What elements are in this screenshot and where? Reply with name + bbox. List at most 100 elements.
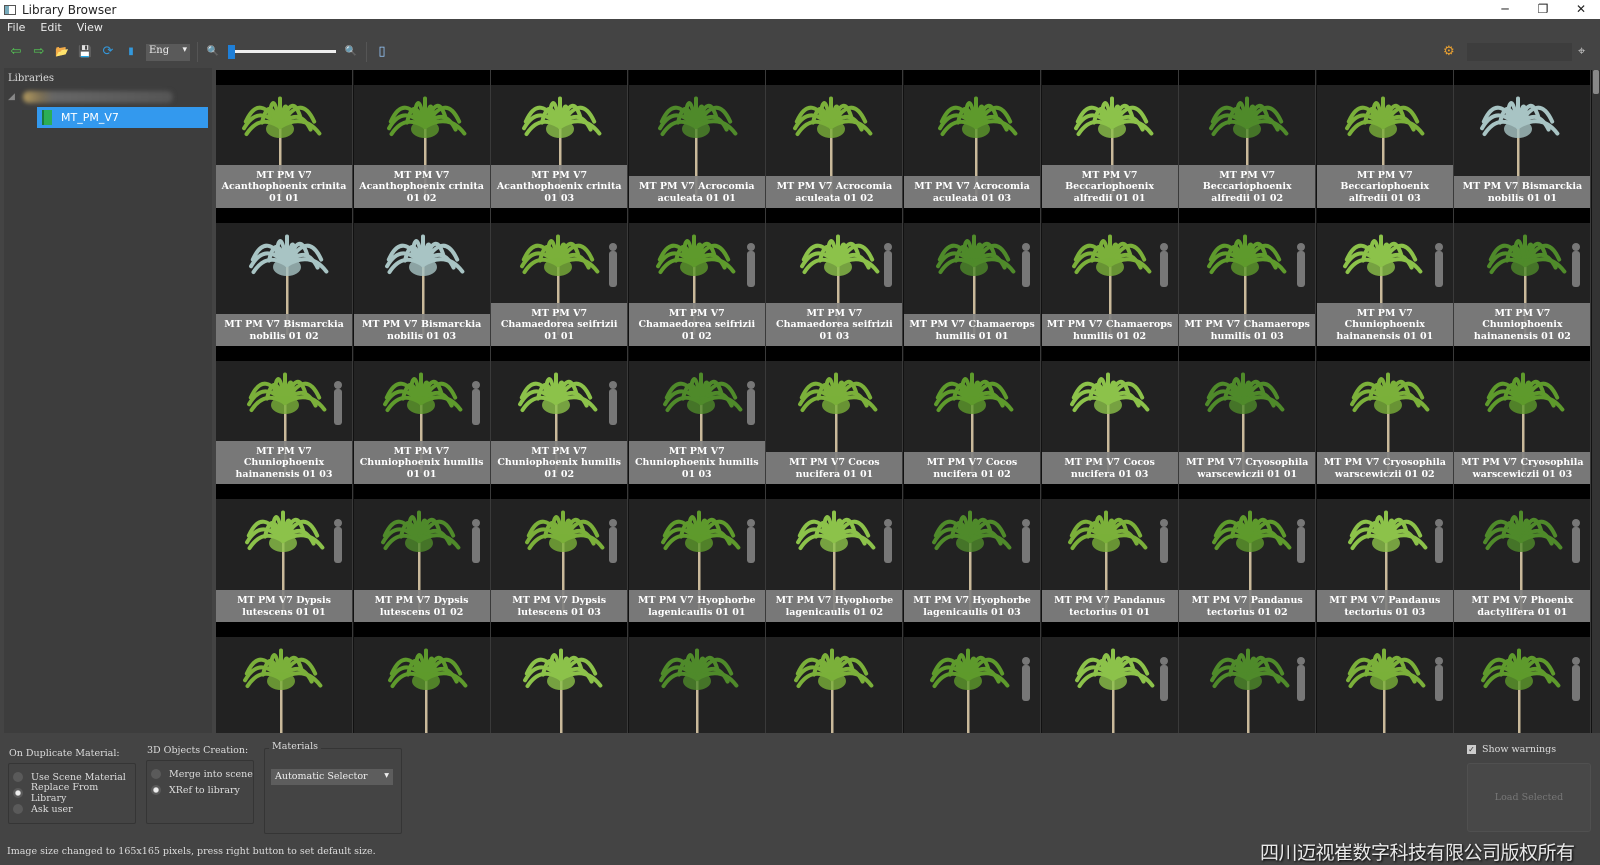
thumbnail-tile[interactable]: MT PM V7 Hyophorbe lagenicaulis 01 02 [766,484,904,622]
thumbnail-tile[interactable]: MT PM V7 Bismarckia nobilis 01 02 [216,208,353,346]
thumbnail-tile[interactable]: MT PM V7 Cryosophila warscewiczii 01 01 [1179,346,1317,484]
thumbnail-tile[interactable]: MT PM V7 Chamaedorea seifrizii 01 02 [628,208,766,346]
settings-gear-icon[interactable]: ⚙ [1443,44,1455,59]
close-button[interactable]: ✕ [1562,0,1600,19]
back-arrow-icon[interactable]: ⇦ [8,44,24,60]
maximize-button[interactable]: ❐ [1524,0,1562,19]
thumbnail-tile[interactable]: MT PM V7 Chamaerops humilis 01 03 [1179,208,1317,346]
tile-label: MT PM V7 Chuniophoenix humilis 01 03 [628,440,765,484]
thumbnail-tile[interactable]: MT PM V7 Cryosophila warscewiczii 01 03 [1454,346,1592,484]
tree-root-item[interactable]: ◢ [8,86,212,108]
grid-scrollbar[interactable] [1592,70,1600,733]
radio-replace-from-library[interactable]: Replace From Library [9,782,135,804]
forward-arrow-icon[interactable]: ⇨ [31,44,47,60]
thumbnail-tile[interactable]: MT PM V7 Beccariophoenix alfredii 01 02 [1179,70,1317,208]
thumbnail-tile[interactable]: MT PM V7 Acrocomia aculeata 01 03 [904,70,1041,208]
thumbnail-tile[interactable]: MT PM V7 Chamaerops humilis 01 02 [1041,208,1179,346]
thumbnail-tile[interactable]: MT PM V7 Cocos nucifera 01 03 [1041,346,1179,484]
open-folder-icon[interactable]: 📂 [54,44,70,60]
tile-label: MT PM V7 Acrocomia aculeata 01 01 [628,176,765,208]
thumbnail-tile[interactable]: MT PM V7 Chuniophoenix humilis 01 03 [628,346,766,484]
thumbnail-tile[interactable]: MT PM V7 Hyophorbe lagenicaulis 01 01 [628,484,766,622]
language-select[interactable]: Eng [146,43,190,61]
thumbnail-tile[interactable]: MT PM V7 Pandanus tectorius 01 02 [1179,484,1317,622]
menu-view[interactable]: View [70,19,111,38]
thumbnail-tile[interactable]: MT PM V7 Acrocomia aculeata 01 02 [766,70,904,208]
thumbnail-tile[interactable]: MT PM V7 Chuniophoenix hainanensis 01 01 [1316,208,1454,346]
thumbnail-tile[interactable]: MT PM V7 Phoeni [1041,622,1179,733]
checkbox-check-icon[interactable]: ✓ [1467,745,1476,754]
thumbnail-tile[interactable]: MT PM V7 Dypsis lutescens 01 02 [353,484,491,622]
save-icon[interactable]: 💾 [77,44,93,60]
thumbnail-tile[interactable]: MT PM V7 Chuniophoenix hainanensis 01 02 [1454,208,1592,346]
ruler-icon[interactable]: ▮ [123,44,139,60]
show-warnings-checkbox[interactable]: ✓ Show warnings [1467,744,1556,755]
clipboard-icon[interactable]: ▯ [374,44,390,60]
thumbnail-tile[interactable]: MT PM V7 Phoenix dactylifera 01 01 [1454,484,1592,622]
thumbnail-tile[interactable]: MT PM V7 Phoeni [216,622,353,733]
tile-header [1041,622,1178,637]
slider-handle[interactable] [228,45,235,59]
thumbnail-tile[interactable]: MT PM V7 Ravenala [766,622,904,733]
tile-header [1179,70,1316,85]
thumbnail-tile[interactable]: MT PM V7 Chamaerops humilis 01 01 [904,208,1041,346]
scale-figure-icon [609,243,618,287]
picker-icon[interactable]: ⌖ [1578,44,1585,59]
tile-header [353,622,490,637]
thumbnail-tile[interactable]: MT PM V7 Dypsis lutescens 01 03 [491,484,629,622]
menu-edit[interactable]: Edit [33,19,69,38]
radio-merge-into-scene[interactable]: Merge into scene [147,766,253,782]
thumbnail-tile[interactable]: MT PM V7 Phoeni [1179,622,1317,733]
scale-figure-icon [1159,243,1168,287]
thumbnail-size-slider[interactable] [228,45,336,59]
thumbnail-tile[interactable]: MT PM V7 Cocos nucifera 01 02 [904,346,1041,484]
zoom-in-icon[interactable]: 🔍 [343,44,359,60]
thumbnail-tile[interactable]: MT PM V7 Ravenala [628,622,766,733]
tile-header [766,346,903,361]
zoom-out-icon[interactable]: 🔍 [205,44,221,60]
scrollbar-thumb[interactable] [1593,70,1599,94]
expand-triangle-icon[interactable]: ◢ [8,92,15,102]
thumbnail-tile[interactable]: MT PM V7 Acanthophoenix crinita 01 01 [216,70,353,208]
tile-header [1041,208,1178,223]
thumbnail-tile[interactable]: MT PM V7 Chamaedorea seifrizii 01 01 [491,208,629,346]
thumbnail-tile[interactable]: MT PM V7 Chamaedorea seifrizii 01 03 [766,208,904,346]
scale-figure-icon [884,243,893,287]
thumbnail-tile[interactable]: MT PM V7 Beccariophoenix alfredii 01 03 [1316,70,1454,208]
thumbnail-tile[interactable]: MT PM V7 Phoeni [353,622,491,733]
tile-header [491,70,628,85]
tile-label: MT PM V7 Chamaedorea seifrizii 01 03 [766,302,903,346]
thumbnail-tile[interactable]: MT PM V7 Cryosophila warscewiczii 01 02 [1316,346,1454,484]
load-selected-button[interactable]: Load Selected [1467,763,1591,832]
thumbnail-tile[interactable]: MT PM V7 Dypsis lutescens 01 01 [216,484,353,622]
minimize-button[interactable]: ─ [1486,0,1524,19]
scale-figure-icon [1434,243,1443,287]
thumbnail-tile[interactable]: MT PM V7 Ravenala [491,622,629,733]
thumbnail-tile[interactable]: MT PM V7 Acrocomia aculeata 01 01 [628,70,766,208]
tree-item-mt-pm-v7[interactable]: MT_PM_V7 [37,107,208,128]
thumbnail-tile[interactable]: MT PM V7 Bismarckia nobilis 01 01 [1454,70,1592,208]
thumbnail-tile[interactable]: MT PM V7 Hyophorbe lagenicaulis 01 03 [904,484,1041,622]
search-input[interactable] [1467,43,1572,61]
thumbnail-tile[interactable]: MT PM V7 Phoeni [904,622,1041,733]
refresh-icon[interactable]: ⟳ [100,44,116,60]
thumbnail-tile[interactable]: MT PM V7 S [1316,622,1454,733]
thumbnail-tile[interactable]: MT PM V7 Chuniophoenix hainanensis 01 03 [216,346,353,484]
radio-xref-to-library[interactable]: XRef to library [147,782,253,798]
tile-header [904,484,1040,499]
thumbnail-tile[interactable]: MT PM V7 Acanthophoenix crinita 01 02 [353,70,491,208]
thumbnail-tile[interactable]: MT PM V7 Cocos nucifera 01 01 [766,346,904,484]
thumbnail-tile[interactable]: MT PM V7 Pandanus tectorius 01 01 [1041,484,1179,622]
tile-label: MT PM V7 Cocos nucifera 01 02 [904,452,1040,484]
thumbnail-tile[interactable]: MT PM V7 Bismarckia nobilis 01 03 [353,208,491,346]
toolbar-separator [366,42,367,62]
tile-header [216,622,352,637]
thumbnail-tile[interactable]: MT PM V7 Pandanus tectorius 01 03 [1316,484,1454,622]
material-selector-dropdown[interactable]: Automatic Selector [271,769,393,785]
thumbnail-tile[interactable]: MT PM V7 Chuniophoenix humilis 01 02 [491,346,629,484]
thumbnail-tile[interactable]: MT PM V7 S [1454,622,1592,733]
thumbnail-tile[interactable]: MT PM V7 Beccariophoenix alfredii 01 01 [1041,70,1179,208]
thumbnail-tile[interactable]: MT PM V7 Acanthophoenix crinita 01 03 [491,70,629,208]
menu-file[interactable]: File [0,19,33,38]
thumbnail-tile[interactable]: MT PM V7 Chuniophoenix humilis 01 01 [353,346,491,484]
